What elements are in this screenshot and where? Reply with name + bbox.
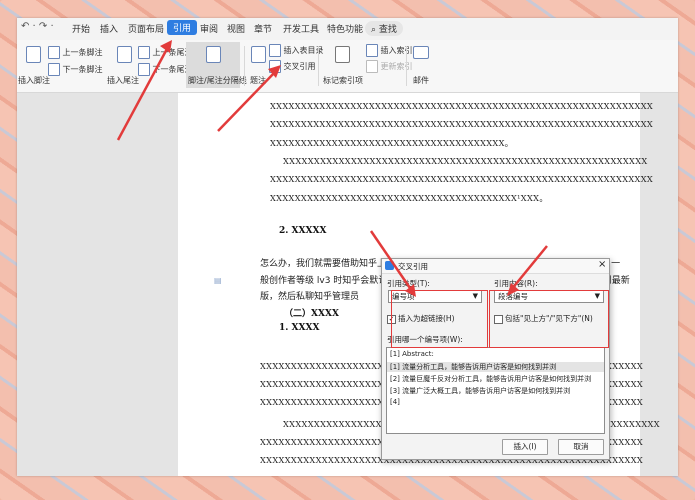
arrow-to-cross-reference xyxy=(217,65,281,132)
arrow-to-ref-content xyxy=(507,245,548,296)
annotation-arrows xyxy=(116,40,548,297)
arrow-to-references-tab xyxy=(116,40,172,141)
arrow-to-ref-type xyxy=(369,230,416,297)
